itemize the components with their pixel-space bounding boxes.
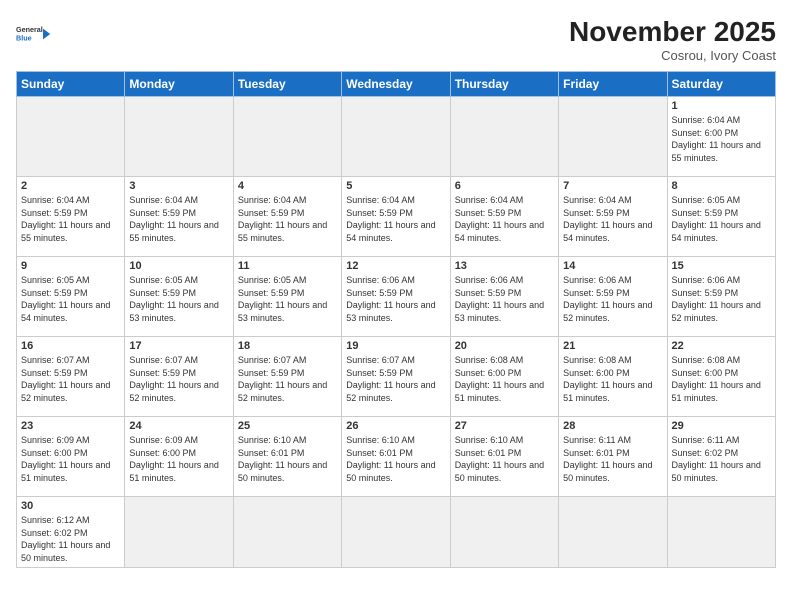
day-10: 10 Sunrise: 6:05 AMSunset: 5:59 PMDaylig… — [125, 257, 233, 337]
day-22: 22 Sunrise: 6:08 AMSunset: 6:00 PMDaylig… — [667, 337, 775, 417]
month-title: November 2025 — [569, 16, 776, 48]
day-15: 15 Sunrise: 6:06 AMSunset: 5:59 PMDaylig… — [667, 257, 775, 337]
day-25: 25 Sunrise: 6:10 AMSunset: 6:01 PMDaylig… — [233, 417, 341, 497]
empty-cell — [233, 497, 341, 568]
day-30: 30 Sunrise: 6:12 AMSunset: 6:02 PMDaylig… — [17, 497, 125, 568]
empty-cell — [667, 497, 775, 568]
empty-cell — [125, 497, 233, 568]
week-row-1: 1 Sunrise: 6:04 AM Sunset: 6:00 PM Dayli… — [17, 97, 776, 177]
day-26: 26 Sunrise: 6:10 AMSunset: 6:01 PMDaylig… — [342, 417, 450, 497]
week-row-4: 16 Sunrise: 6:07 AMSunset: 5:59 PMDaylig… — [17, 337, 776, 417]
day-28: 28 Sunrise: 6:11 AMSunset: 6:01 PMDaylig… — [559, 417, 667, 497]
day-18: 18 Sunrise: 6:07 AMSunset: 5:59 PMDaylig… — [233, 337, 341, 417]
empty-cell — [342, 497, 450, 568]
day-14: 14 Sunrise: 6:06 AMSunset: 5:59 PMDaylig… — [559, 257, 667, 337]
header-wednesday: Wednesday — [342, 72, 450, 97]
empty-cell — [450, 497, 558, 568]
day-7: 7 Sunrise: 6:04 AMSunset: 5:59 PMDayligh… — [559, 177, 667, 257]
day-27: 27 Sunrise: 6:10 AMSunset: 6:01 PMDaylig… — [450, 417, 558, 497]
empty-cell — [125, 97, 233, 177]
day-29: 29 Sunrise: 6:11 AMSunset: 6:02 PMDaylig… — [667, 417, 775, 497]
logo-icon: GeneralBlue — [16, 16, 52, 52]
header-tuesday: Tuesday — [233, 72, 341, 97]
day-23: 23 Sunrise: 6:09 AMSunset: 6:00 PMDaylig… — [17, 417, 125, 497]
day-6: 6 Sunrise: 6:04 AMSunset: 5:59 PMDayligh… — [450, 177, 558, 257]
title-block: November 2025 Cosrou, Ivory Coast — [569, 16, 776, 63]
header-friday: Friday — [559, 72, 667, 97]
header-saturday: Saturday — [667, 72, 775, 97]
day-19: 19 Sunrise: 6:07 AMSunset: 5:59 PMDaylig… — [342, 337, 450, 417]
header-thursday: Thursday — [450, 72, 558, 97]
day-2: 2 Sunrise: 6:04 AMSunset: 5:59 PMDayligh… — [17, 177, 125, 257]
header-monday: Monday — [125, 72, 233, 97]
day-13: 13 Sunrise: 6:06 AMSunset: 5:59 PMDaylig… — [450, 257, 558, 337]
svg-text:General: General — [16, 25, 43, 34]
day-3: 3 Sunrise: 6:04 AMSunset: 5:59 PMDayligh… — [125, 177, 233, 257]
empty-cell — [559, 97, 667, 177]
empty-cell — [233, 97, 341, 177]
day-20: 20 Sunrise: 6:08 AMSunset: 6:00 PMDaylig… — [450, 337, 558, 417]
week-row-3: 9 Sunrise: 6:05 AMSunset: 5:59 PMDayligh… — [17, 257, 776, 337]
day-8: 8 Sunrise: 6:05 AMSunset: 5:59 PMDayligh… — [667, 177, 775, 257]
empty-cell — [450, 97, 558, 177]
day-17: 17 Sunrise: 6:07 AMSunset: 5:59 PMDaylig… — [125, 337, 233, 417]
svg-text:Blue: Blue — [16, 33, 32, 42]
day-21: 21 Sunrise: 6:08 AMSunset: 6:00 PMDaylig… — [559, 337, 667, 417]
day-12: 12 Sunrise: 6:06 AMSunset: 5:59 PMDaylig… — [342, 257, 450, 337]
day-16: 16 Sunrise: 6:07 AMSunset: 5:59 PMDaylig… — [17, 337, 125, 417]
logo: GeneralBlue — [16, 16, 52, 52]
empty-cell — [342, 97, 450, 177]
day-24: 24 Sunrise: 6:09 AMSunset: 6:00 PMDaylig… — [125, 417, 233, 497]
week-row-6: 30 Sunrise: 6:12 AMSunset: 6:02 PMDaylig… — [17, 497, 776, 568]
empty-cell — [559, 497, 667, 568]
week-row-5: 23 Sunrise: 6:09 AMSunset: 6:00 PMDaylig… — [17, 417, 776, 497]
day-4: 4 Sunrise: 6:04 AMSunset: 5:59 PMDayligh… — [233, 177, 341, 257]
weekday-header-row: Sunday Monday Tuesday Wednesday Thursday… — [17, 72, 776, 97]
calendar-table: Sunday Monday Tuesday Wednesday Thursday… — [16, 71, 776, 568]
day-1: 1 Sunrise: 6:04 AM Sunset: 6:00 PM Dayli… — [667, 97, 775, 177]
day-9: 9 Sunrise: 6:05 AMSunset: 5:59 PMDayligh… — [17, 257, 125, 337]
header-sunday: Sunday — [17, 72, 125, 97]
day-11: 11 Sunrise: 6:05 AMSunset: 5:59 PMDaylig… — [233, 257, 341, 337]
empty-cell — [17, 97, 125, 177]
location: Cosrou, Ivory Coast — [569, 48, 776, 63]
week-row-2: 2 Sunrise: 6:04 AMSunset: 5:59 PMDayligh… — [17, 177, 776, 257]
day-5: 5 Sunrise: 6:04 AMSunset: 5:59 PMDayligh… — [342, 177, 450, 257]
calendar-header: GeneralBlue November 2025 Cosrou, Ivory … — [16, 16, 776, 63]
